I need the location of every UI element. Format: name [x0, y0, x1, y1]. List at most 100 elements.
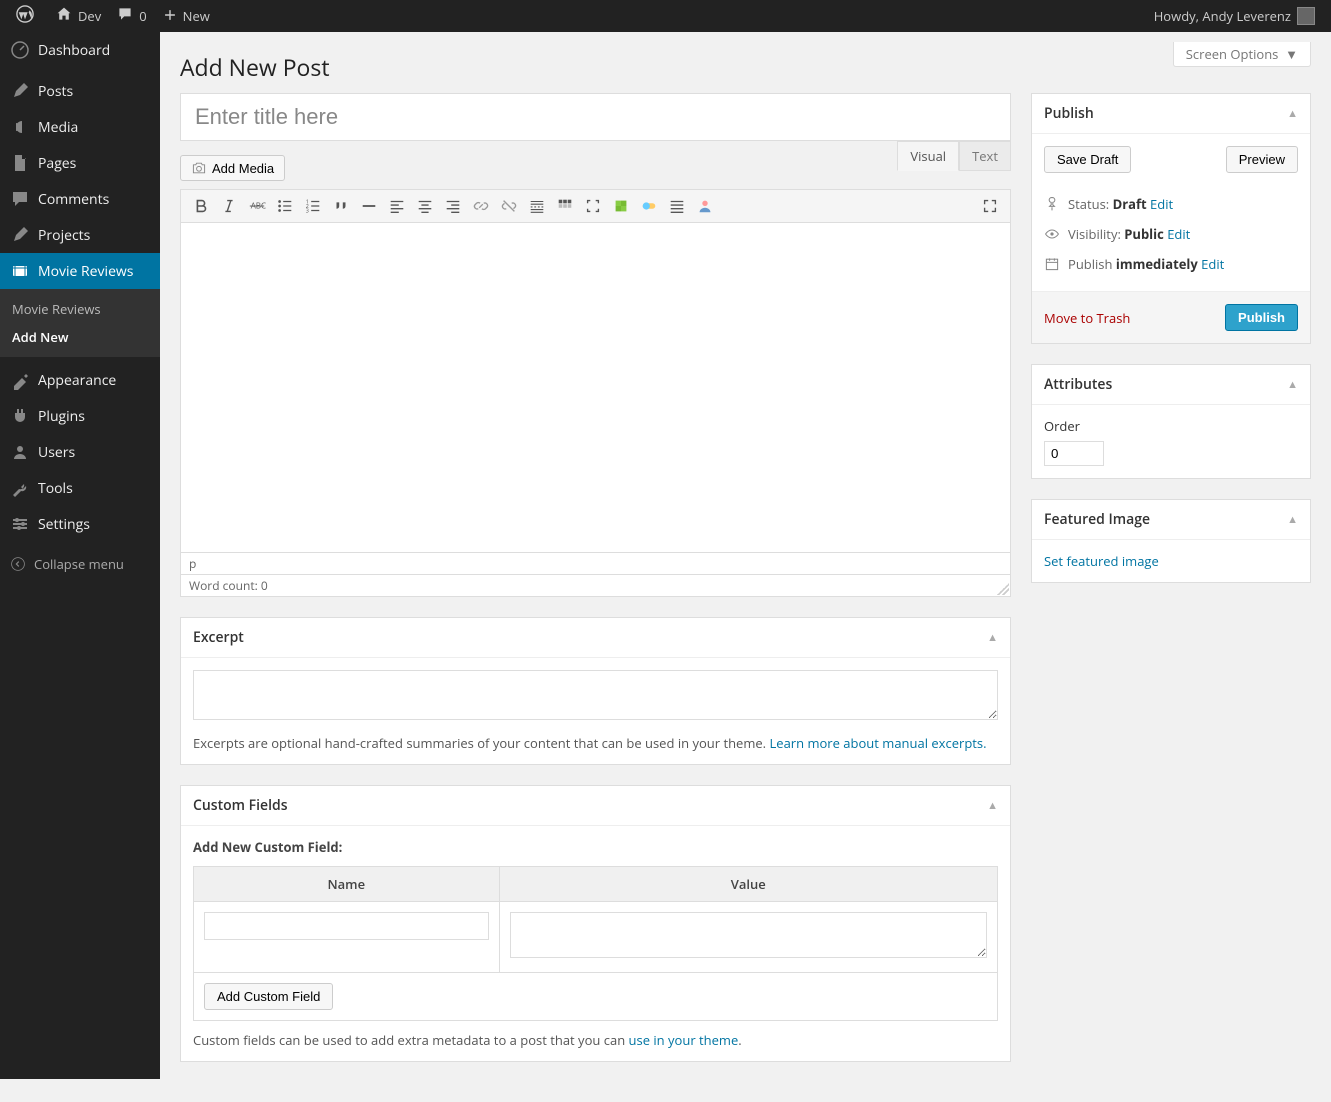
custom-fields-toggle-icon[interactable]: ▲: [987, 798, 998, 813]
menu-posts[interactable]: Posts: [0, 73, 160, 109]
visibility-row: Visibility: Public Edit: [1044, 219, 1298, 249]
calendar-icon: [1044, 256, 1060, 272]
publish-toggle-icon[interactable]: ▲: [1287, 106, 1298, 121]
menu-appearance[interactable]: Appearance: [0, 362, 160, 398]
save-draft-button[interactable]: Save Draft: [1044, 146, 1131, 173]
link-icon[interactable]: [467, 193, 495, 219]
post-title-input[interactable]: [180, 93, 1011, 141]
editor-tab-visual[interactable]: Visual: [897, 141, 959, 171]
preview-button[interactable]: Preview: [1226, 146, 1298, 173]
my-account[interactable]: Howdy, Andy Leverenz: [1146, 0, 1323, 32]
fullscreen-icon[interactable]: [976, 193, 1004, 219]
publish-title: Publish: [1044, 104, 1094, 123]
howdy-text: Howdy, Andy Leverenz: [1154, 7, 1291, 25]
edit-visibility-link[interactable]: Edit: [1167, 225, 1190, 243]
move-to-trash-link[interactable]: Move to Trash: [1044, 309, 1130, 327]
custom-fields-box: Custom Fields ▲ Add New Custom Field: Na…: [180, 785, 1011, 1062]
hr-icon[interactable]: [355, 193, 383, 219]
blockquote-icon[interactable]: [327, 193, 355, 219]
admin-menu: Dashboard Posts Media Pages Comments Pro…: [0, 32, 160, 1079]
avatar: [1297, 7, 1315, 25]
editor-toolbar: ABC 123: [180, 189, 1011, 223]
wp-logo[interactable]: [8, 0, 48, 32]
excerpt-title: Excerpt: [193, 628, 244, 647]
excerpt-box: Excerpt ▲ Excerpts are optional hand-cra…: [180, 617, 1011, 765]
page-title: Add New Post: [180, 42, 1311, 93]
excerpt-toggle-icon[interactable]: ▲: [987, 630, 998, 645]
menu-plugins[interactable]: Plugins: [0, 398, 160, 434]
more-icon[interactable]: [523, 193, 551, 219]
attributes-box: Attributes ▲ Order: [1031, 364, 1311, 479]
strikethrough-icon[interactable]: ABC: [243, 193, 271, 219]
editor-tab-text[interactable]: Text: [959, 141, 1011, 171]
align-center-icon[interactable]: [411, 193, 439, 219]
comments-link[interactable]: 0: [109, 0, 154, 32]
admin-bar: Dev 0 New Howdy, Andy Leverenz: [0, 0, 1331, 32]
camera-icon: [191, 160, 207, 176]
collapse-menu[interactable]: Collapse menu: [0, 547, 160, 581]
align-justify-icon[interactable]: [663, 193, 691, 219]
numbered-list-icon[interactable]: 123: [299, 193, 327, 219]
new-content-link[interactable]: New: [155, 0, 218, 32]
puzzle-icon[interactable]: [607, 193, 635, 219]
menu-tools[interactable]: Tools: [0, 470, 160, 506]
screen-options-toggle[interactable]: Screen Options ▼: [1173, 42, 1311, 67]
custom-fields-title: Custom Fields: [193, 796, 288, 815]
menu-users[interactable]: Users: [0, 434, 160, 470]
featured-image-title: Featured Image: [1044, 510, 1150, 529]
comments-count: 0: [139, 7, 146, 25]
menu-pages[interactable]: Pages: [0, 145, 160, 181]
user-icon[interactable]: [691, 193, 719, 219]
post-content-editor[interactable]: [180, 223, 1011, 553]
menu-media[interactable]: Media: [0, 109, 160, 145]
editor-path: p: [180, 553, 1011, 575]
submenu-item-movie-reviews[interactable]: Movie Reviews: [0, 295, 160, 323]
cf-value-header: Value: [499, 867, 997, 902]
add-media-button[interactable]: Add Media: [180, 155, 285, 181]
attributes-toggle-icon[interactable]: ▲: [1287, 377, 1298, 392]
menu-movie-reviews[interactable]: Movie Reviews: [0, 253, 160, 289]
toolbar-toggle-icon[interactable]: [551, 193, 579, 219]
attributes-title: Attributes: [1044, 375, 1112, 394]
site-name: Dev: [78, 7, 101, 25]
eye-icon: [1044, 226, 1060, 242]
align-left-icon[interactable]: [383, 193, 411, 219]
unlink-icon[interactable]: [495, 193, 523, 219]
schedule-row: Publish immediately Edit: [1044, 249, 1298, 279]
featured-image-box: Featured Image ▲ Set featured image: [1031, 499, 1311, 583]
menu-comments[interactable]: Comments: [0, 181, 160, 217]
distraction-free-icon[interactable]: [579, 193, 607, 219]
toggle-icon[interactable]: [635, 193, 663, 219]
submenu-item-add-new[interactable]: Add New: [0, 323, 160, 351]
edit-schedule-link[interactable]: Edit: [1201, 255, 1224, 273]
cf-name-input[interactable]: [204, 912, 489, 940]
cf-hint-link[interactable]: use in your theme: [629, 1031, 739, 1049]
cf-value-textarea[interactable]: [510, 912, 987, 958]
italic-icon[interactable]: [215, 193, 243, 219]
excerpt-learn-more-link[interactable]: Learn more about manual excerpts.: [769, 734, 986, 752]
excerpt-hint: Excerpts are optional hand-crafted summa…: [193, 734, 998, 752]
align-right-icon[interactable]: [439, 193, 467, 219]
status-row: Status: Draft Edit: [1044, 189, 1298, 219]
menu-settings[interactable]: Settings: [0, 506, 160, 542]
edit-status-link[interactable]: Edit: [1150, 195, 1173, 213]
cf-hint: Custom fields can be used to add extra m…: [193, 1031, 998, 1049]
menu-projects[interactable]: Projects: [0, 217, 160, 253]
new-label: New: [183, 7, 210, 25]
add-custom-field-button[interactable]: Add Custom Field: [204, 983, 333, 1010]
order-label: Order: [1044, 417, 1298, 435]
svg-text:3: 3: [306, 206, 309, 214]
excerpt-textarea[interactable]: [193, 670, 998, 720]
featured-toggle-icon[interactable]: ▲: [1287, 512, 1298, 527]
submenu-movie-reviews: Movie Reviews Add New: [0, 289, 160, 357]
menu-dashboard[interactable]: Dashboard: [0, 32, 160, 68]
pin-icon: [1044, 196, 1060, 212]
publish-button[interactable]: Publish: [1225, 304, 1298, 331]
word-count: Word count: 0: [180, 575, 1011, 597]
site-name-link[interactable]: Dev: [48, 0, 109, 32]
bold-icon[interactable]: [187, 193, 215, 219]
bullet-list-icon[interactable]: [271, 193, 299, 219]
set-featured-image-link[interactable]: Set featured image: [1044, 552, 1159, 570]
order-input[interactable]: [1044, 441, 1104, 466]
publish-box: Publish ▲ Save Draft Preview Status: Dra…: [1031, 93, 1311, 344]
